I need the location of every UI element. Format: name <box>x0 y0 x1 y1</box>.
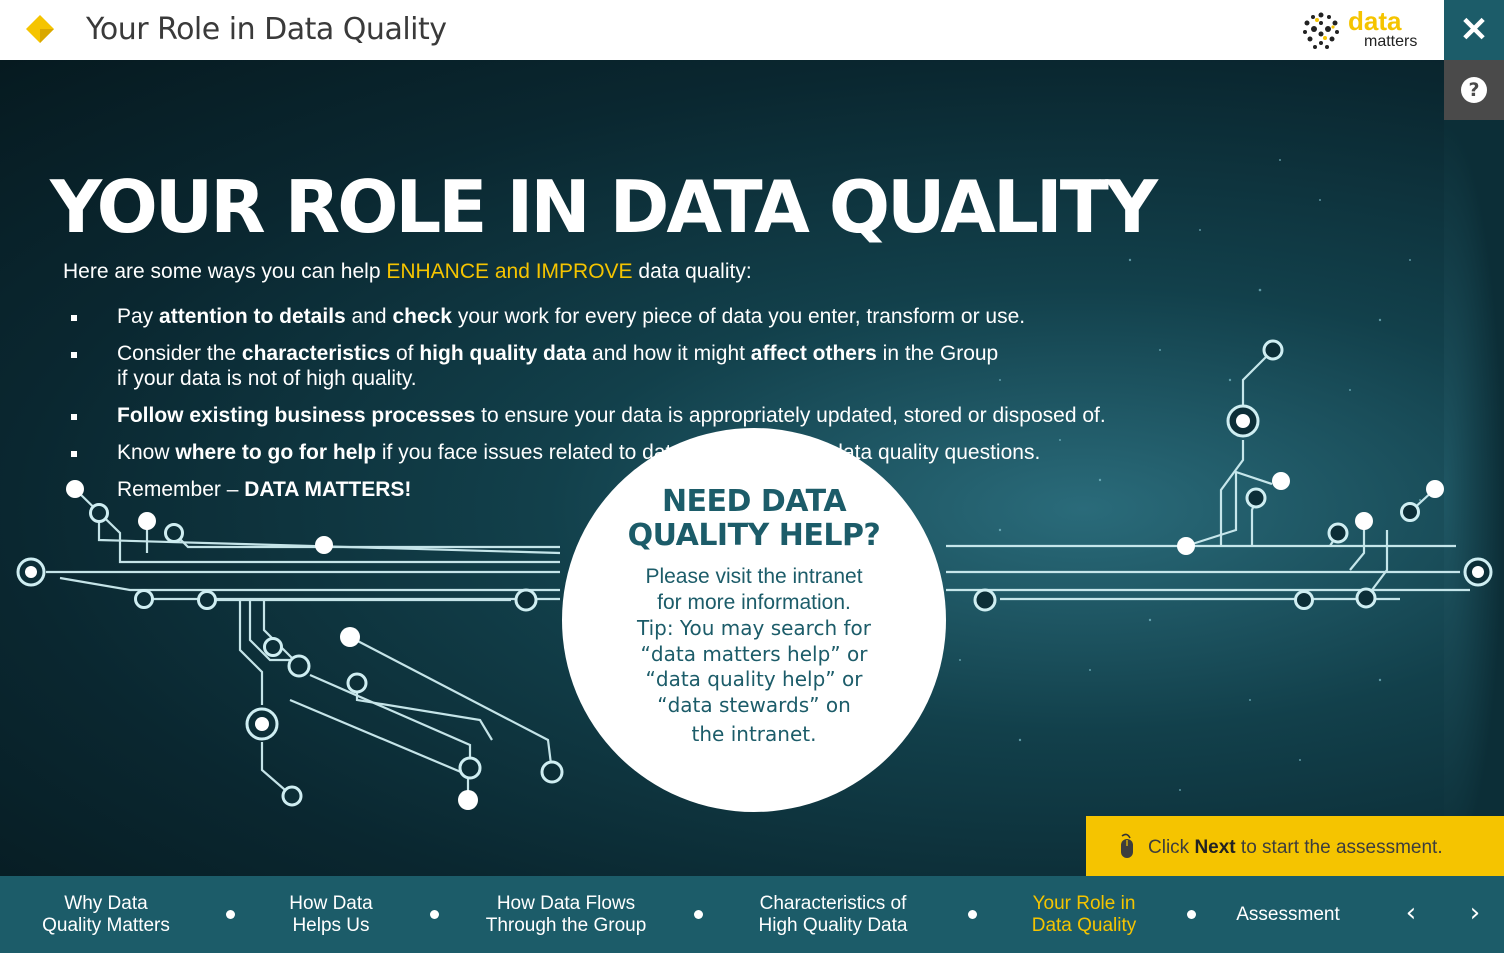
nav-item-line2: Helps Us <box>292 915 370 936</box>
nav-item-line2: Data Quality <box>1031 915 1137 936</box>
bullet-text: Remember – <box>117 478 245 501</box>
side-background <box>1444 120 1504 876</box>
mouse-icon <box>1121 833 1133 858</box>
bullet-text: and <box>345 305 393 328</box>
nav-separator-dot <box>694 910 703 919</box>
bullet-emphasis: DATA MATTERS! <box>244 478 412 501</box>
bullet-emphasis: Follow existing business processes <box>117 404 476 427</box>
diamond-logo-icon <box>26 15 54 43</box>
bullet-item: Pay attention to details and check your … <box>70 304 1130 329</box>
nav-item-line1: Why Data <box>64 893 148 914</box>
close-button[interactable]: ✕ <box>1444 0 1504 60</box>
data-matters-logo: data matters <box>1300 6 1430 54</box>
prompt-next: Next <box>1194 837 1236 858</box>
page-heading: YOUR ROLE IN DATA QUALITY <box>50 165 1158 249</box>
bullet-emphasis: where to go for help <box>175 441 377 464</box>
bullet-text: in the Group <box>876 342 999 365</box>
help-title-line2: QUALITY HELP? <box>627 518 881 553</box>
nav-item-how-data-helps-us[interactable]: How Data Helps Us <box>276 893 386 937</box>
bullet-text: and how it might <box>586 342 751 365</box>
bullet-text: Consider the <box>117 342 242 365</box>
nav-item-assessment[interactable]: Assessment <box>1228 904 1348 926</box>
help-icon: ? <box>1461 77 1487 103</box>
nav-separator-dot <box>430 910 439 919</box>
nav-item-line2: Quality Matters <box>42 915 170 936</box>
nav-item-line1: Characteristics of <box>759 893 907 914</box>
nav-item-line1: How Data <box>289 893 373 914</box>
nav-item-your-role-in-data-quality[interactable]: Your Role in Data Quality <box>1026 893 1142 937</box>
bottom-navigation: Why Data Quality Matters How Data Helps … <box>0 876 1504 953</box>
intro-text: Here are some ways you can help ENHANCE … <box>63 260 752 284</box>
bullet-emphasis: affect others <box>750 342 877 365</box>
bullet-text: of <box>390 342 420 365</box>
intro-after: data quality: <box>632 260 752 283</box>
nav-item-line2: High Quality Data <box>758 915 908 936</box>
bullet-emphasis: high quality data <box>419 342 587 365</box>
help-subtitle-line1: Please visit the intranet <box>645 565 863 588</box>
nav-separator-dot <box>968 910 977 919</box>
prompt-after: to start the assessment. <box>1235 837 1443 858</box>
nav-item-line1: Assessment <box>1236 904 1340 925</box>
help-title-line1: NEED DATA <box>661 484 847 519</box>
nav-separator-dot <box>226 910 235 919</box>
bullet-item: Consider the characteristics of high qua… <box>70 341 1130 391</box>
help-button[interactable]: ? <box>1444 60 1504 120</box>
bullet-emphasis: characteristics <box>241 342 391 365</box>
bullet-text: to ensure your data is appropriately upd… <box>475 404 1106 427</box>
next-button[interactable]: › <box>1460 898 1490 932</box>
prompt-text: Click Next to start the assessment. <box>1148 837 1443 859</box>
help-info-circle: NEED DATA QUALITY HELP? Please visit the… <box>562 428 946 812</box>
data-matters-dots-icon <box>1303 12 1339 49</box>
bullet-item: Know where to go for help if you face is… <box>70 440 1130 465</box>
header-title: Your Role in Data Quality <box>86 12 447 47</box>
help-subtitle-line2: for more information. <box>657 591 851 614</box>
help-tip: Tip: You may search for “data matters he… <box>622 616 886 748</box>
bullet-text: if your data is not of high quality. <box>117 367 417 390</box>
prompt-before: Click <box>1148 837 1195 858</box>
nav-item-line1: How Data Flows <box>496 893 636 914</box>
bullet-text: your work for every piece of data you en… <box>451 305 1026 328</box>
help-tip-end: the intranet. <box>691 722 817 746</box>
nav-separator-dot <box>1187 910 1196 919</box>
bullet-emphasis: check <box>392 305 452 328</box>
intro-before: Here are some ways you can help <box>63 260 387 283</box>
brand-matters-text: matters <box>1364 33 1418 50</box>
bullet-text: Pay <box>117 305 160 328</box>
chevron-right-icon: › <box>1469 898 1481 928</box>
prev-button[interactable]: ‹ <box>1396 898 1426 932</box>
intro-highlight: ENHANCE and IMPROVE <box>386 260 633 283</box>
header-bar: Your Role in Data Quality data matters <box>0 0 1444 60</box>
help-title: NEED DATA QUALITY HELP? <box>562 485 946 553</box>
bullet-text: Know <box>117 441 176 464</box>
bullet-list: Pay attention to details and check your … <box>70 304 1130 514</box>
nav-item-how-data-flows[interactable]: How Data Flows Through the Group <box>480 893 652 937</box>
help-tip-text: Tip: You may search for “data matters he… <box>636 616 871 717</box>
bullet-item: Follow existing business processes to en… <box>70 403 1130 428</box>
nav-item-line1: Your Role in <box>1032 893 1136 914</box>
nav-item-line2: Through the Group <box>485 915 647 936</box>
help-subtitle: Please visit the intranet for more infor… <box>562 564 946 616</box>
next-prompt-banner: Click Next to start the assessment. <box>1086 816 1504 876</box>
nav-item-characteristics-high-quality-data[interactable]: Characteristics of High Quality Data <box>752 893 914 937</box>
chevron-left-icon: ‹ <box>1405 898 1417 928</box>
nav-item-why-data-quality-matters[interactable]: Why Data Quality Matters <box>36 893 176 937</box>
close-icon: ✕ <box>1459 11 1489 49</box>
bullet-emphasis: attention to details <box>159 305 346 328</box>
